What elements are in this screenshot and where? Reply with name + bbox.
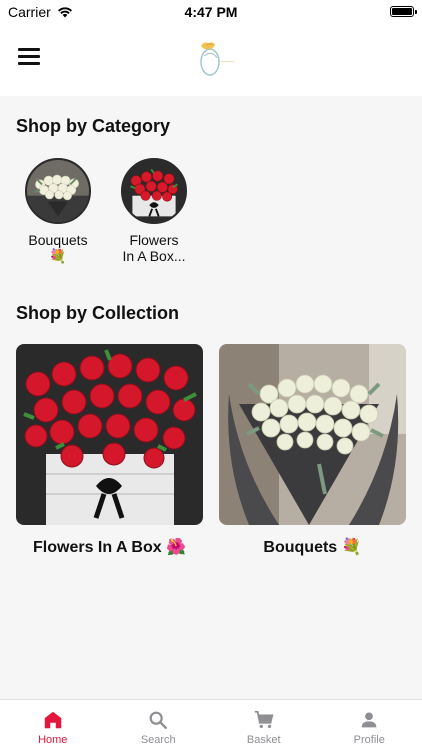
collection-label-bouquets: Bouquets 💐 bbox=[263, 539, 362, 556]
hamburger-menu-icon[interactable] bbox=[18, 48, 40, 68]
person-icon bbox=[361, 712, 377, 728]
tab-profile[interactable]: Profile bbox=[317, 700, 422, 750]
battery-icon bbox=[390, 6, 417, 17]
tab-basket[interactable]: Basket bbox=[211, 700, 317, 750]
status-bar: Carrier 4:47 PM bbox=[0, 0, 422, 24]
home-icon bbox=[44, 711, 61, 729]
brand-logo bbox=[200, 42, 236, 76]
category-label-bouquets: Bouquets 💐 bbox=[28, 232, 88, 264]
category-item-bouquets[interactable]: Bouquets 💐 bbox=[18, 158, 98, 264]
tab-search-label: Search bbox=[140, 734, 176, 746]
tab-home-label: Home bbox=[38, 734, 68, 746]
collection-label-flowers-in-a-box: Flowers In A Box 🌺 bbox=[33, 539, 186, 556]
category-item-flowers-in-a-box[interactable]: Flowers In A Box... bbox=[114, 158, 194, 264]
collection-section-title: Shop by Collection bbox=[16, 303, 180, 323]
tab-profile-label: Profile bbox=[353, 734, 385, 746]
collection-image-bouquets bbox=[219, 344, 406, 525]
category-label-text: Flowers In A Box... bbox=[122, 232, 186, 264]
collection-card-flowers-in-a-box[interactable]: Flowers In A Box 🌺 bbox=[16, 344, 203, 557]
collection-image-flowers-in-a-box bbox=[16, 344, 203, 525]
cart-icon bbox=[254, 710, 274, 729]
category-image-bouquets bbox=[25, 158, 91, 224]
search-icon bbox=[149, 711, 168, 729]
tab-search[interactable]: Search bbox=[106, 700, 212, 750]
collection-card-bouquets[interactable]: Bouquets 💐 bbox=[219, 344, 406, 557]
tab-home[interactable]: Home bbox=[0, 700, 106, 750]
status-time: 4:47 PM bbox=[184, 4, 238, 20]
category-image-flowers-in-a-box bbox=[121, 158, 187, 224]
bottom-tab-bar: Home Search Basket Profile bbox=[0, 699, 422, 750]
category-section-title: Shop by Category bbox=[16, 116, 171, 136]
app-header bbox=[0, 24, 422, 96]
category-label-flowers-in-a-box: Flowers In A Box... bbox=[114, 232, 194, 264]
main-content: Shop by Category Bouquets 💐 Flowers In A… bbox=[0, 96, 422, 699]
tab-basket-label: Basket bbox=[246, 734, 281, 746]
